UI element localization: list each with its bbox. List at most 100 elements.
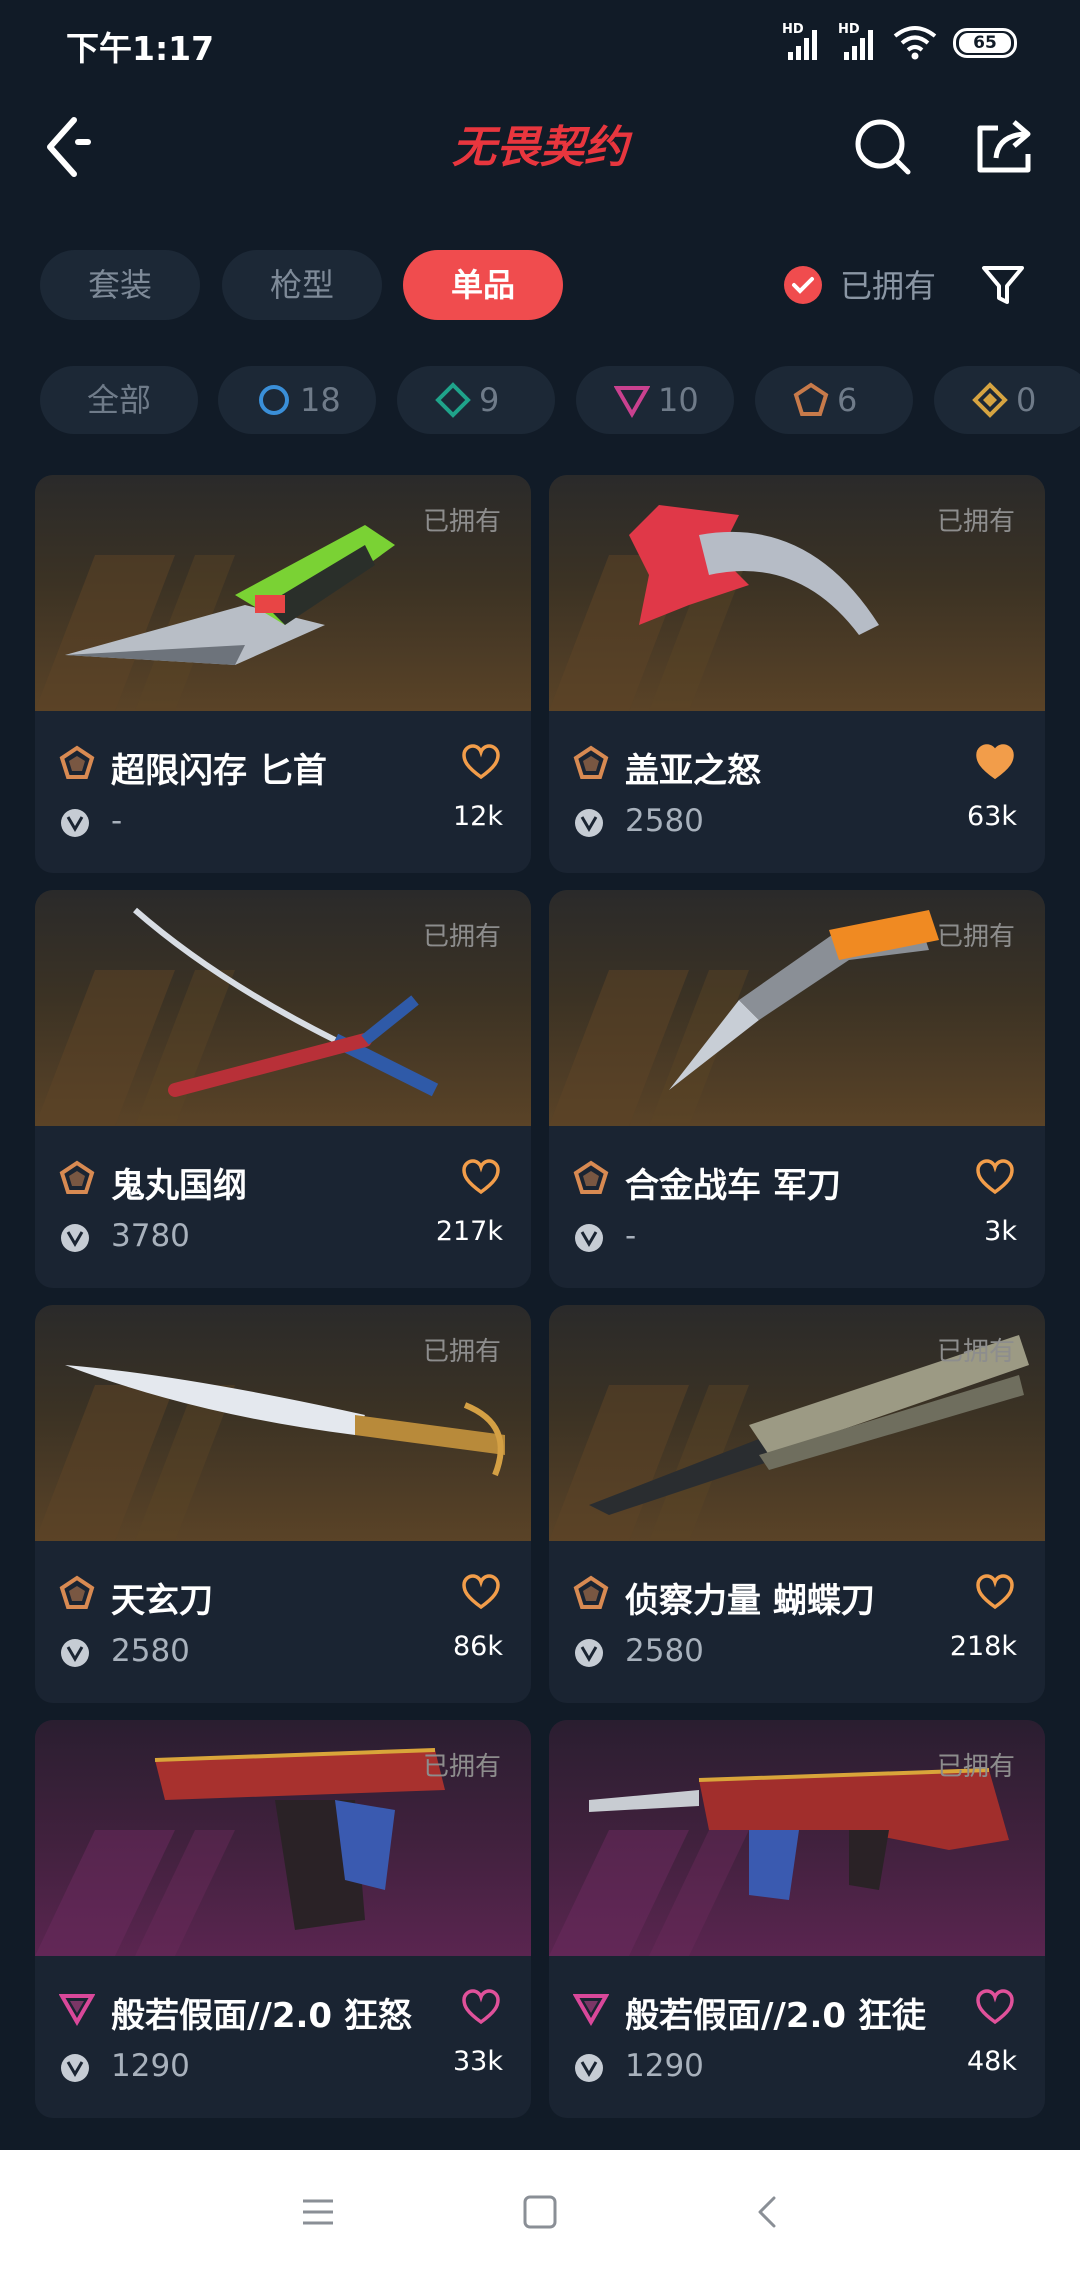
- menu-icon[interactable]: [300, 2194, 336, 2230]
- exclusive-tier-icon: [59, 745, 95, 779]
- vp-currency-icon: [575, 2054, 603, 2082]
- back-icon[interactable]: [40, 112, 100, 182]
- item-image: 已拥有: [549, 1720, 1045, 1956]
- item-card[interactable]: 已拥有 般若假面//2.0 狂怒 1290 33k: [35, 1720, 531, 2118]
- like-icon-filled[interactable]: [975, 743, 1015, 781]
- vp-currency-icon: [61, 2054, 89, 2082]
- chip-all[interactable]: 全部: [40, 366, 198, 434]
- like-icon[interactable]: [461, 1158, 501, 1196]
- owned-tag: 已拥有: [936, 922, 1015, 952]
- item-card[interactable]: 已拥有 超限闪存 匕首 - 12k: [35, 475, 531, 873]
- item-price: 1290: [625, 2048, 704, 2084]
- premium-tier-icon: [614, 386, 650, 418]
- home-icon[interactable]: [522, 2194, 558, 2230]
- chip-premium-count: 10: [658, 381, 699, 419]
- app-logo: 无畏契约: [425, 116, 655, 176]
- share-icon[interactable]: [972, 114, 1036, 178]
- item-card[interactable]: 已拥有 侦察力量 蝴蝶刀 2580 218k: [549, 1305, 1045, 1703]
- signal-2-icon: [844, 30, 873, 60]
- owned-filter-label: 已拥有: [840, 267, 937, 305]
- like-icon[interactable]: [975, 1158, 1015, 1196]
- premium-tier-icon: [573, 1994, 609, 2026]
- vp-currency-icon: [61, 1639, 89, 1667]
- like-count: 86k: [453, 1631, 503, 1662]
- like-count: 63k: [967, 801, 1017, 832]
- owned-checkbox[interactable]: [784, 266, 822, 304]
- item-name: 般若假面//2.0 狂怒: [111, 1996, 412, 2036]
- chip-all-label: 全部: [86, 381, 151, 419]
- check-icon: [792, 277, 814, 294]
- filter-icon[interactable]: [980, 262, 1026, 308]
- battery-indicator: 65: [953, 28, 1017, 58]
- status-bar: 下午1:17 HD HD 65: [0, 0, 1080, 90]
- item-name: 般若假面//2.0 狂徒: [625, 1996, 926, 2036]
- exclusive-tier-icon: [793, 382, 829, 416]
- item-name: 合金战车 军刀: [625, 1166, 841, 1206]
- like-icon[interactable]: [975, 1573, 1015, 1611]
- item-image: 已拥有: [35, 1720, 531, 1956]
- signal-1-icon: [788, 30, 817, 60]
- exclusive-tier-icon: [59, 1160, 95, 1194]
- exclusive-tier-icon: [573, 1575, 609, 1609]
- chip-deluxe-tier[interactable]: 9: [397, 366, 555, 434]
- rarity-filter-bar: 全部 18 9 10 6 0: [0, 366, 1080, 434]
- item-price: 2580: [625, 803, 704, 839]
- deluxe-tier-icon: [435, 382, 471, 418]
- item-card[interactable]: 已拥有 合金战车 军刀 - 3k: [549, 890, 1045, 1288]
- like-count: 33k: [453, 2046, 503, 2077]
- item-name: 侦察力量 蝴蝶刀: [625, 1581, 875, 1621]
- item-price: 2580: [111, 1633, 190, 1669]
- chip-exclusive-tier[interactable]: 6: [755, 366, 913, 434]
- like-icon[interactable]: [461, 1573, 501, 1611]
- back-nav-icon[interactable]: [750, 2194, 786, 2230]
- item-card[interactable]: 已拥有 盖亚之怒 2580 63k: [549, 475, 1045, 873]
- owned-tag: 已拥有: [422, 507, 501, 537]
- item-price: 3780: [111, 1218, 190, 1254]
- like-count: 48k: [967, 2046, 1017, 2077]
- owned-tag: 已拥有: [422, 922, 501, 952]
- chip-ultra-tier[interactable]: 0: [934, 366, 1080, 434]
- exclusive-tier-icon: [59, 1575, 95, 1609]
- chip-select-tier[interactable]: 18: [218, 366, 376, 434]
- item-image: 已拥有: [549, 890, 1045, 1126]
- owned-tag: 已拥有: [422, 1752, 501, 1782]
- wifi-icon: [893, 26, 937, 60]
- vp-currency-icon: [61, 809, 89, 837]
- vp-currency-icon: [575, 1224, 603, 1252]
- owned-tag: 已拥有: [936, 1752, 1015, 1782]
- chip-deluxe-count: 9: [479, 381, 500, 419]
- header: 无畏契约: [0, 100, 1080, 200]
- exclusive-tier-icon: [573, 745, 609, 779]
- vp-currency-icon: [61, 1224, 89, 1252]
- like-icon[interactable]: [975, 1988, 1015, 2026]
- item-name: 超限闪存 匕首: [111, 751, 327, 791]
- like-icon[interactable]: [461, 743, 501, 781]
- like-count: 217k: [435, 1216, 503, 1247]
- vp-currency-icon: [575, 1639, 603, 1667]
- chip-ultra-count: 0: [1016, 381, 1037, 419]
- item-image: 已拥有: [35, 890, 531, 1126]
- chip-premium-tier[interactable]: 10: [576, 366, 734, 434]
- tab-bundle[interactable]: 套装: [40, 250, 200, 320]
- tab-single-item[interactable]: 单品: [403, 250, 563, 320]
- item-price: -: [111, 803, 123, 839]
- item-card[interactable]: 已拥有 鬼丸国纲 3780 217k: [35, 890, 531, 1288]
- select-tier-icon: [259, 385, 289, 415]
- item-name: 鬼丸国纲: [111, 1166, 247, 1206]
- item-price: 2580: [625, 1633, 704, 1669]
- tab-weapon-type[interactable]: 枪型: [222, 250, 382, 320]
- owned-tag: 已拥有: [936, 1337, 1015, 1367]
- owned-tag: 已拥有: [936, 507, 1015, 537]
- chip-select-count: 18: [300, 381, 341, 419]
- item-card[interactable]: 已拥有 般若假面//2.0 狂徒 1290 48k: [549, 1720, 1045, 2118]
- vp-currency-icon: [575, 809, 603, 837]
- item-price: -: [625, 1218, 637, 1254]
- item-card[interactable]: 已拥有 天玄刀 2580 86k: [35, 1305, 531, 1703]
- like-icon[interactable]: [461, 1988, 501, 2026]
- status-time: 下午1:17: [66, 29, 215, 68]
- search-icon[interactable]: [850, 114, 914, 178]
- app-title: 无畏契约: [452, 122, 633, 173]
- item-image: 已拥有: [35, 1305, 531, 1541]
- item-image: 已拥有: [549, 475, 1045, 711]
- like-count: 12k: [453, 801, 503, 832]
